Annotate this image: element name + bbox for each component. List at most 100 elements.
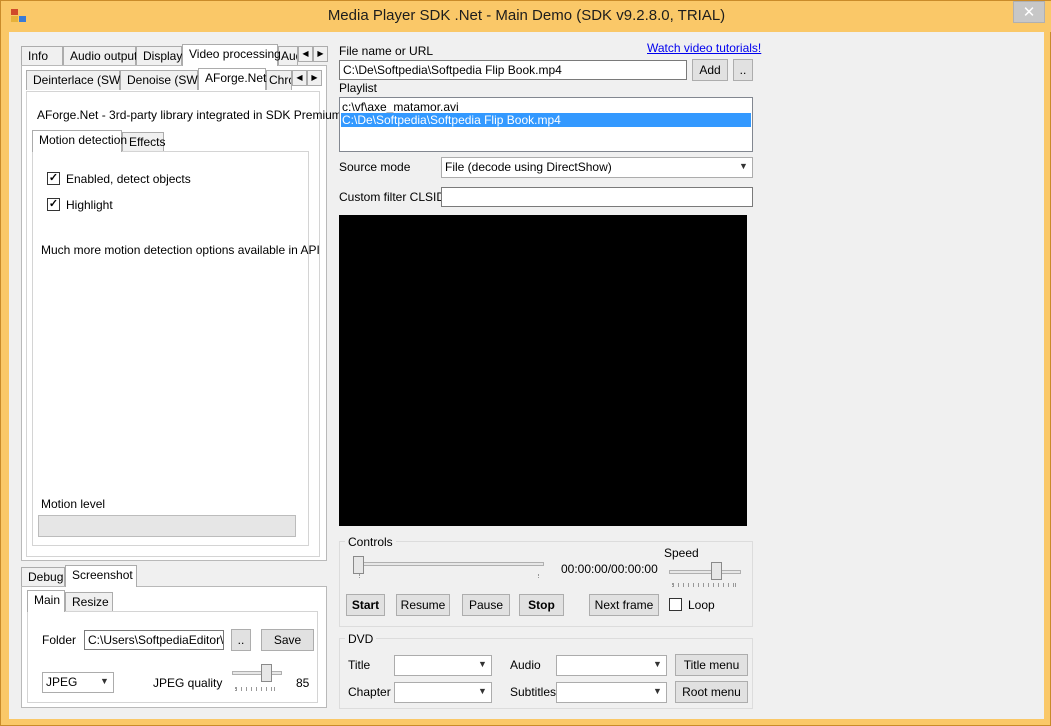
folder-browse-button[interactable]: .. (231, 629, 251, 651)
chevron-down-icon: ▼ (653, 659, 662, 669)
stop-button[interactable]: Stop (519, 594, 564, 616)
dvd-group-label: DVD (345, 632, 377, 646)
pause-button[interactable]: Pause (462, 594, 510, 616)
highlight-label: Highlight (66, 198, 113, 212)
screenshot-main-panel: Folder C:\Users\SoftpediaEditor\Do .. Sa… (27, 611, 318, 703)
next-frame-button[interactable]: Next frame (589, 594, 659, 616)
tab-motion-detection[interactable]: Motion detection (32, 130, 127, 152)
tab-deinterlace[interactable]: Deinterlace (SW) (26, 70, 124, 90)
jpeg-quality-ticks (235, 687, 275, 691)
dvd-title-label: Title (348, 658, 371, 672)
title-menu-button[interactable]: Title menu (675, 654, 748, 676)
aforge-description: AForge.Net - 3rd-party library integrate… (37, 108, 342, 122)
highlight-checkbox[interactable]: ✓ (47, 198, 60, 211)
jpeg-quality-thumb[interactable] (261, 664, 272, 682)
root-menu-button[interactable]: Root menu (675, 681, 748, 703)
dvd-title-select[interactable]: ▼ (394, 655, 492, 676)
chevron-down-icon: ▼ (478, 686, 487, 696)
file-name-input[interactable]: C:\De\Softpedia\Softpedia Flip Book.mp4 (339, 60, 687, 80)
position-ticks (359, 574, 539, 578)
folder-label: Folder (42, 633, 77, 647)
folder-input[interactable]: C:\Users\SoftpediaEditor\Do (84, 630, 224, 650)
source-mode-label: Source mode (339, 160, 411, 174)
dvd-audio-select[interactable]: ▼ (556, 655, 667, 676)
file-browse-button[interactable]: .. (733, 59, 753, 81)
tab-display[interactable]: Display (136, 46, 182, 66)
playlist-box[interactable]: c:\vf\axe_matamor.avi C:\De\Softpedia\So… (339, 97, 753, 152)
sub-tab-scroll-right-icon[interactable]: ▶ (307, 70, 322, 86)
more-options-text: Much more motion detection options avail… (41, 243, 320, 257)
motion-level-bar (38, 515, 296, 537)
chevron-down-icon: ▼ (478, 659, 487, 669)
tab-audio-output[interactable]: Audio output (63, 46, 137, 66)
jpeg-quality-value: 85 (296, 676, 310, 690)
loop-label: Loop (688, 598, 715, 612)
enabled-checkbox[interactable]: ✓ (47, 172, 60, 185)
clsid-label: Custom filter CLSID (339, 190, 446, 204)
dvd-chapter-select[interactable]: ▼ (394, 682, 492, 703)
controls-group-label: Controls (345, 535, 396, 549)
chevron-down-icon: ▼ (653, 686, 662, 696)
resume-button[interactable]: Resume (396, 594, 450, 616)
chevron-down-icon: ▼ (100, 676, 109, 686)
time-readout: 00:00:00/00:00:00 (561, 562, 658, 576)
tab-screenshot[interactable]: Screenshot (65, 565, 137, 587)
video-display[interactable] (339, 215, 747, 526)
playlist-item[interactable]: c:\vf\axe_matamor.avi (342, 100, 459, 114)
format-select[interactable]: JPEG ▼ (42, 672, 114, 693)
source-mode-value: File (decode using DirectShow) (445, 160, 612, 174)
video-processing-panel: Deinterlace (SW) Denoise (SW) AForge.Net… (21, 65, 342, 561)
dvd-subtitles-select[interactable]: ▼ (556, 682, 667, 703)
client-area: Info Audio output Display Video processi… (9, 32, 1044, 719)
playlist-label: Playlist (339, 81, 378, 95)
tab-aforge[interactable]: AForge.Net (198, 68, 266, 90)
jpeg-quality-track[interactable] (232, 671, 282, 675)
tab-screenshot-resize[interactable]: Resize (65, 592, 113, 612)
tab-effects[interactable]: Effects (122, 132, 165, 152)
playlist-item-selected-label: C:\De\Softpedia\Softpedia Flip Book.mp4 (342, 113, 561, 127)
file-name-label: File name or URL (339, 44, 434, 58)
close-button[interactable]: ✕ (1013, 1, 1045, 23)
tab-video-processing[interactable]: Video processing (182, 44, 281, 66)
tab-audio-effects[interactable]: Aud (278, 46, 298, 66)
sub-tab-scroll-left-icon[interactable]: ◀ (292, 70, 307, 86)
motion-level-label: Motion level (41, 497, 106, 511)
add-button[interactable]: Add (692, 59, 728, 81)
save-screenshot-button[interactable]: Save (261, 629, 314, 651)
motion-detection-panel: ✓ Enabled, detect objects ✓ Highlight Mu… (32, 151, 320, 546)
watch-tutorials-link[interactable]: Watch video tutorials! (647, 41, 761, 55)
speed-label: Speed (664, 546, 699, 560)
tab-debug[interactable]: Debug (21, 567, 65, 587)
tab-denoise[interactable]: Denoise (SW) (120, 70, 202, 90)
speed-track[interactable] (669, 570, 741, 574)
tab-scroll-left-icon[interactable]: ◀ (298, 46, 313, 62)
aforge-panel: AForge.Net - 3rd-party library integrate… (26, 91, 342, 557)
left-tab-control: Info Audio output Display Video processi… (21, 44, 342, 562)
source-mode-select[interactable]: File (decode using DirectShow) ▼ (441, 157, 753, 178)
main-window: Media Player SDK .Net - Main Demo (SDK v… (0, 0, 1051, 726)
dvd-subtitles-label: Subtitles (510, 685, 557, 699)
bottom-tab-control: Debug Screenshot Main Resize Folder C:\U… (21, 564, 331, 710)
tab-info[interactable]: Info (21, 46, 63, 66)
speed-thumb[interactable] (711, 562, 722, 580)
loop-checkbox[interactable] (669, 598, 682, 611)
start-button[interactable]: Start (346, 594, 385, 616)
tab-chroma[interactable]: Chro (266, 70, 292, 90)
tab-scroll-right-icon[interactable]: ▶ (313, 46, 328, 62)
chevron-down-icon: ▼ (739, 161, 748, 171)
window-title: Media Player SDK .Net - Main Demo (SDK v… (327, 7, 726, 24)
left-tab-scroll: ◀ ▶ (298, 46, 328, 62)
screenshot-panel: Main Resize Folder C:\Users\SoftpediaEdi… (21, 586, 327, 708)
format-select-value: JPEG (46, 675, 78, 689)
playlist-item-selected[interactable]: C:\De\Softpedia\Softpedia Flip Book.mp4 (341, 113, 751, 127)
dvd-chapter-label: Chapter (348, 685, 391, 699)
dvd-audio-label: Audio (510, 658, 541, 672)
position-track[interactable] (356, 562, 544, 566)
sub-tab-scroll: ◀ ▶ (292, 70, 322, 86)
speed-ticks (672, 583, 736, 587)
close-icon: ✕ (1022, 4, 1036, 21)
tab-screenshot-main[interactable]: Main (27, 590, 65, 612)
position-thumb[interactable] (353, 556, 364, 574)
clsid-input[interactable] (441, 187, 753, 207)
title-bar[interactable]: Media Player SDK .Net - Main Demo (SDK v… (1, 1, 1051, 32)
